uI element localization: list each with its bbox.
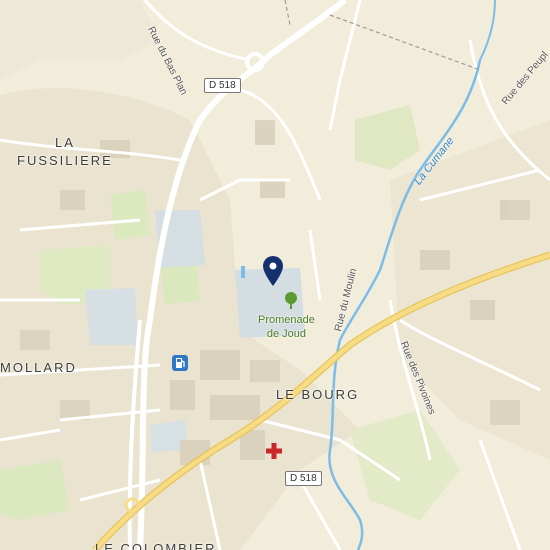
park-label[interactable]: Promenade de Joud <box>258 313 315 341</box>
park-label-line1: Promenade <box>258 314 315 326</box>
map-pin-icon[interactable] <box>262 255 284 292</box>
fuel-station-icon[interactable] <box>171 354 189 377</box>
place-label-le-bourg: LE BOURG <box>276 387 360 402</box>
tree-icon[interactable] <box>283 292 299 315</box>
road-shield-d518-south: D 518 <box>285 471 322 486</box>
map-view[interactable]: LA FUSSILIERE MOLLARD LE BOURG LE COLOMB… <box>0 0 550 550</box>
place-label-le-colombier: LE COLOMBIER <box>95 541 217 550</box>
park-label-line2: de Joud <box>266 328 307 340</box>
place-label-mollard: MOLLARD <box>0 360 77 375</box>
place-label-la: LA <box>55 135 75 150</box>
road-shield-d518-north: D 518 <box>204 78 241 93</box>
hospital-cross-icon[interactable] <box>265 442 283 465</box>
place-label-fussiliere: FUSSILIERE <box>17 153 113 168</box>
